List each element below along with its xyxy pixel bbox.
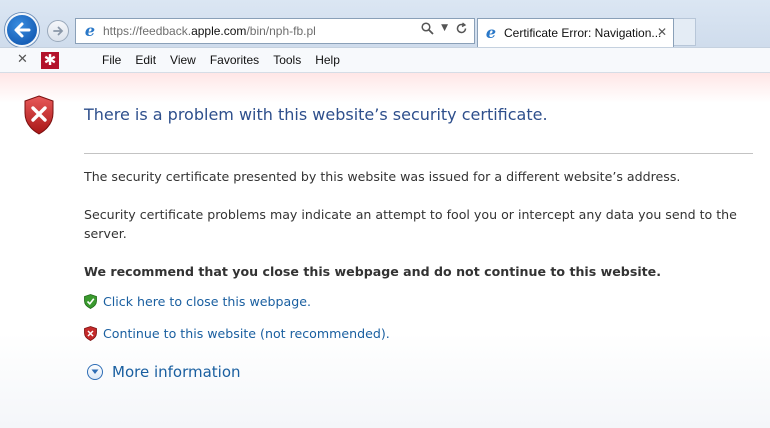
tab-close-icon[interactable]: ✕ [657, 25, 667, 39]
ie-page-icon: e [84, 21, 96, 40]
tab-certificate-error[interactable]: e Certificate Error: Navigation... ✕ [477, 18, 674, 47]
close-webpage-row[interactable]: Click here to close this webpage. [84, 294, 311, 309]
menu-tools[interactable]: Tools [273, 53, 301, 67]
addon-icon[interactable]: ✱ [41, 52, 59, 69]
menu-favorites[interactable]: Favorites [210, 53, 259, 67]
continue-website-link[interactable]: Continue to this website (not recommende… [103, 326, 390, 341]
ie-tab-icon: e [485, 23, 497, 42]
certificate-warning-text: Security certificate problems may indica… [84, 207, 737, 241]
more-information-toggle[interactable]: More information [87, 363, 241, 381]
new-tab-button[interactable] [674, 18, 696, 46]
menu-view[interactable]: View [170, 53, 196, 67]
tab-title: Certificate Error: Navigation... [504, 26, 662, 40]
browser-toolbar: e https://feedback.apple.com/bin/nph-fb.… [0, 0, 770, 47]
back-button[interactable] [5, 13, 39, 47]
dropdown-arrow-icon[interactable]: ▼ [441, 22, 448, 35]
forward-button[interactable] [47, 20, 69, 42]
certificate-mismatch-text: The security certificate presented by th… [84, 169, 681, 184]
security-shield-error-icon [24, 95, 54, 135]
menu-edit[interactable]: Edit [135, 53, 156, 67]
address-bar[interactable]: e https://feedback.apple.com/bin/nph-fb.… [75, 18, 475, 44]
page-title: There is a problem with this website’s s… [84, 105, 548, 124]
expand-chevron-icon[interactable] [87, 364, 103, 380]
address-url[interactable]: https://feedback.apple.com/bin/nph-fb.pl [103, 24, 316, 38]
red-shield-icon [84, 326, 97, 341]
title-divider [84, 153, 753, 154]
refresh-icon[interactable] [455, 22, 468, 35]
back-arrow-icon [14, 22, 31, 38]
more-information-label[interactable]: More information [112, 363, 241, 381]
close-toolbar-icon[interactable]: ✕ [17, 52, 28, 67]
forward-arrow-icon [53, 26, 64, 36]
menu-file[interactable]: File [102, 53, 121, 67]
green-shield-icon [84, 294, 97, 309]
search-icon[interactable] [421, 22, 434, 35]
close-webpage-link[interactable]: Click here to close this webpage. [103, 294, 311, 309]
continue-website-row[interactable]: Continue to this website (not recommende… [84, 326, 390, 341]
recommendation-text: We recommend that you close this webpage… [84, 264, 661, 279]
menu-bar: ✕ ✱ File Edit View Favorites Tools Help [0, 47, 770, 73]
menu-help[interactable]: Help [315, 53, 340, 67]
certificate-error-page: There is a problem with this website’s s… [0, 73, 770, 428]
